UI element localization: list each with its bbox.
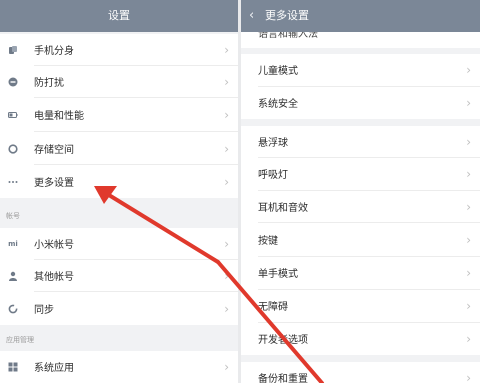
divider: [34, 97, 238, 98]
settings-item-label: 电量和性能: [34, 111, 84, 122]
settings-item-label: 更多设置: [34, 178, 74, 189]
settings-item-kids-mode[interactable]: 儿童模式 ›: [241, 54, 480, 85]
settings-item-label: 悬浮球: [258, 138, 288, 149]
settings-item-floating-ball[interactable]: 悬浮球 ›: [241, 126, 480, 157]
settings-item-label: 小米帐号: [34, 240, 74, 251]
person-icon: [8, 271, 18, 281]
settings-item-label: 开发者选项: [258, 335, 308, 346]
settings-panel: 设置 手机分身 › 防打扰 › 电量和性能 › 存储空间 › 更多设置 › 帐号…: [0, 0, 238, 383]
chevron-right-icon: ›: [466, 95, 471, 110]
chevron-right-icon: ›: [224, 301, 229, 316]
storage-icon: [8, 143, 18, 154]
chevron-right-icon: ›: [224, 107, 229, 122]
chevron-right-icon: ›: [466, 134, 471, 149]
chevron-right-icon: ›: [466, 166, 471, 181]
settings-item-label: 备份和重置: [258, 374, 308, 383]
chevron-right-icon: ›: [466, 199, 471, 214]
settings-item-label: 其他帐号: [34, 272, 74, 283]
settings-item-label: 单手模式: [258, 269, 298, 280]
chevron-right-icon: ›: [466, 370, 471, 383]
more-dots-icon: [8, 177, 18, 187]
chevron-right-icon: ›: [224, 42, 229, 57]
chevron-right-icon: ›: [466, 62, 471, 77]
settings-item-backup-reset[interactable]: 备份和重置 ›: [241, 362, 480, 383]
settings-item-label: 系统安全: [258, 99, 298, 110]
settings-item-more-settings[interactable]: 更多设置 ›: [0, 166, 238, 197]
settings-item-mi-account[interactable]: mi 小米帐号 ›: [0, 228, 238, 259]
section-header-account: 帐号: [0, 198, 238, 228]
chevron-right-icon: ›: [224, 236, 229, 251]
chevron-right-icon: ›: [466, 265, 471, 280]
settings-item-label: 系统应用: [34, 363, 74, 374]
back-arrow-icon[interactable]: ‹: [249, 0, 254, 32]
chevron-right-icon: ›: [224, 74, 229, 89]
settings-item-breathing-light[interactable]: 呼吸灯 ›: [241, 158, 480, 189]
divider: [34, 291, 238, 292]
chevron-right-icon: ›: [466, 298, 471, 313]
settings-item-headphones-audio[interactable]: 耳机和音效 ›: [241, 191, 480, 222]
chevron-right-icon: ›: [224, 174, 229, 189]
battery-icon: [8, 110, 18, 120]
more-settings-header: ‹ 更多设置: [241, 0, 480, 32]
settings-item-one-handed[interactable]: 单手模式 ›: [241, 257, 480, 288]
settings-item-label: 按键: [258, 236, 278, 247]
chevron-right-icon: ›: [466, 331, 471, 346]
do-not-disturb-icon: [8, 77, 18, 87]
settings-item-sync[interactable]: 同步 ›: [0, 293, 238, 324]
section-header-apps: 应用管理: [0, 325, 238, 351]
settings-item-accessibility[interactable]: 无障碍 ›: [241, 290, 480, 321]
chevron-right-icon: ›: [224, 359, 229, 374]
chevron-right-icon: ›: [224, 141, 229, 156]
settings-item-label: 存储空间: [34, 145, 74, 156]
settings-item-battery[interactable]: 电量和性能 ›: [0, 99, 238, 130]
settings-item-other-accounts[interactable]: 其他帐号 ›: [0, 260, 238, 291]
settings-item-storage[interactable]: 存储空间 ›: [0, 133, 238, 164]
settings-item-phone-clone[interactable]: 手机分身 ›: [0, 34, 238, 65]
divider: [241, 119, 480, 126]
list-item-partial[interactable]: 语言和输入法: [241, 32, 480, 48]
more-settings-panel: ‹ 更多设置 语言和输入法 儿童模式 › 系统安全 › 悬浮球 › 呼吸灯 › …: [241, 0, 480, 383]
divider: [241, 355, 480, 362]
settings-item-label: 儿童模式: [258, 66, 298, 77]
chevron-right-icon: ›: [466, 232, 471, 247]
settings-item-label: 同步: [34, 305, 54, 316]
mi-account-icon: mi: [8, 239, 18, 248]
settings-item-label: 防打扰: [34, 78, 64, 89]
settings-item-label: 耳机和音效: [258, 203, 308, 214]
divider: [258, 222, 480, 223]
settings-item-system-security[interactable]: 系统安全 ›: [241, 87, 480, 118]
settings-item-system-apps[interactable]: 系统应用 ›: [0, 351, 238, 382]
page-title: 设置: [108, 9, 130, 22]
settings-item-developer-options[interactable]: 开发者选项 ›: [241, 323, 480, 354]
settings-item-label: 无障碍: [258, 302, 288, 313]
section-label: 帐号: [6, 212, 20, 220]
divider: [34, 131, 238, 132]
chevron-right-icon: ›: [224, 268, 229, 283]
divider: [34, 164, 238, 165]
settings-item-buttons[interactable]: 按键 ›: [241, 224, 480, 255]
section-label: 应用管理: [6, 336, 34, 344]
sync-icon: [8, 304, 18, 314]
settings-item-label: 手机分身: [34, 46, 74, 57]
settings-header: 设置: [0, 0, 238, 32]
settings-item-label: 呼吸灯: [258, 170, 288, 181]
settings-item-label: 语言和输入法: [258, 32, 318, 40]
phone-clone-icon: [8, 45, 18, 55]
apps-icon: [8, 362, 18, 372]
settings-item-dnd[interactable]: 防打扰 ›: [0, 66, 238, 97]
page-title: 更多设置: [265, 9, 309, 22]
